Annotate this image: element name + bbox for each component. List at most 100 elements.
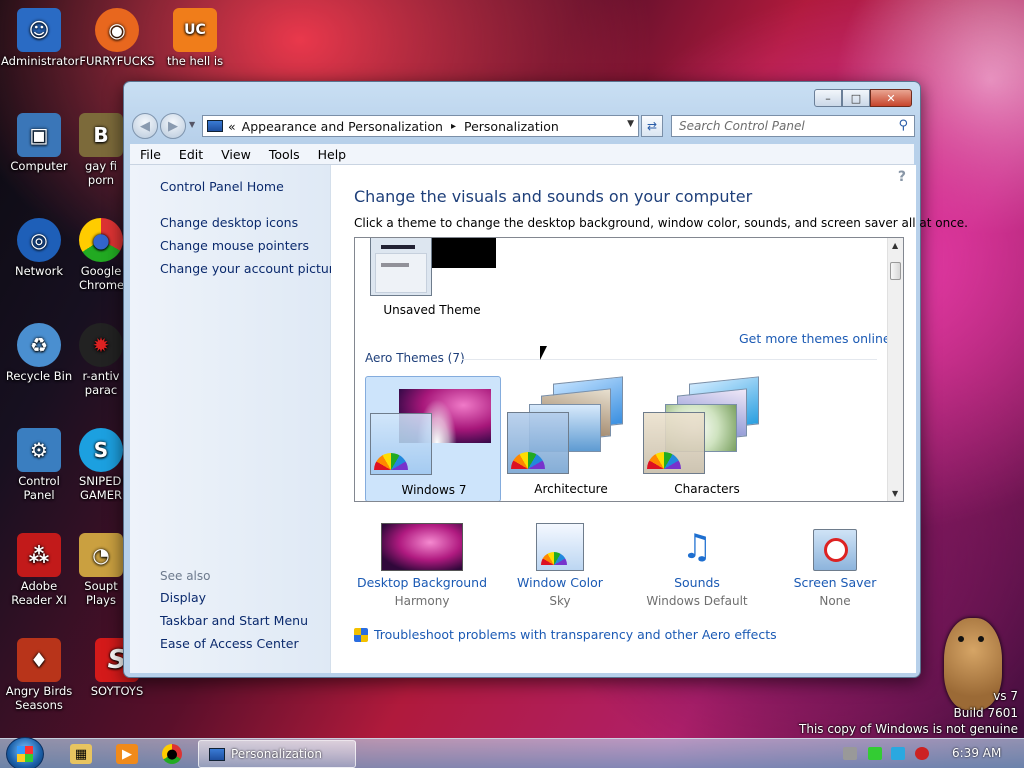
explorer-taskbar-button[interactable]: ▦ — [70, 744, 92, 764]
tray-antivirus-icon[interactable] — [915, 747, 929, 760]
aero-themes-group-label: Aero Themes (7) — [365, 351, 465, 365]
taskbar-start-menu-link[interactable]: Taskbar and Start Menu — [160, 613, 308, 628]
forward-button[interactable]: ▶ — [160, 113, 186, 139]
desktop-background-value: Harmony — [394, 594, 450, 608]
minimize-button[interactable]: – — [814, 89, 842, 107]
theme-characters[interactable]: Characters — [639, 376, 775, 501]
window-color-label[interactable]: Window Color — [490, 575, 630, 590]
computer-icon: ▣ — [17, 113, 61, 157]
theme-list[interactable]: Unsaved Theme Get more themes online Aer… — [354, 237, 904, 502]
personalization-window[interactable]: – □ ✕ ◀ ▶ ▼ « Appearance and Personaliza… — [123, 81, 968, 678]
address-bar[interactable]: « Appearance and Personalization ▸ Perso… — [202, 115, 639, 137]
back-button[interactable]: ◀ — [132, 113, 158, 139]
desktop-icon-recycle-bin[interactable]: ♻ Recycle Bin — [1, 323, 77, 383]
scroll-up-icon[interactable]: ▲ — [892, 241, 898, 250]
personalization-task-button[interactable]: Personalization — [198, 740, 356, 768]
hamster-eye-icon — [978, 636, 984, 642]
angry-birds-icon: ♦ — [17, 638, 61, 682]
start-button[interactable] — [6, 737, 44, 768]
desktop-icon-network[interactable]: ◎ Network — [1, 218, 77, 278]
desktop-icon-label: Control Panel — [18, 474, 60, 502]
recent-pages-dropdown[interactable]: ▼ — [189, 120, 195, 129]
get-more-themes-link[interactable]: Get more themes online — [739, 331, 891, 346]
screen-saver-label[interactable]: Screen Saver — [765, 575, 905, 590]
task-label: Personalization — [231, 747, 322, 761]
troubleshoot-link[interactable]: Troubleshoot problems with transparency … — [354, 627, 777, 642]
watermark-line2: Build 7601 — [953, 706, 1018, 720]
theme-architecture[interactable]: Architecture — [503, 376, 639, 501]
desktop-icon-adobe-reader[interactable]: ⁂ Adobe Reader XI — [1, 533, 77, 607]
tray-network-icon[interactable] — [868, 747, 882, 760]
unsaved-theme-label[interactable]: Unsaved Theme — [367, 303, 497, 317]
search-input[interactable]: Search Control Panel ⚲ — [671, 115, 915, 137]
desktop-icon-chrome[interactable]: ● Google Chrome — [79, 218, 123, 292]
change-account-picture-link[interactable]: Change your account picture — [160, 261, 341, 276]
ease-of-access-link[interactable]: Ease of Access Center — [160, 636, 299, 651]
help-icon[interactable]: ? — [898, 169, 906, 185]
menu-file[interactable]: File — [130, 147, 169, 162]
sounds-label[interactable]: Sounds — [627, 575, 767, 590]
hamster-eye-icon — [958, 636, 964, 642]
breadcrumb-arrow-icon[interactable]: ▸ — [451, 121, 456, 132]
theme-windows-7[interactable]: Windows 7 — [365, 376, 501, 501]
control-panel-home-link[interactable]: Control Panel Home — [160, 179, 284, 194]
desktop-icon-label: Angry Birds Seasons — [5, 684, 73, 712]
screen-saver-option[interactable]: Screen Saver None — [765, 521, 905, 608]
desktop-background-label[interactable]: Desktop Background — [352, 575, 492, 590]
desktop-icon-computer[interactable]: ▣ Computer — [1, 113, 77, 173]
antivirus-icon: ✹ — [79, 323, 123, 367]
address-dropdown-icon[interactable]: ▼ — [627, 119, 634, 129]
menu-tools[interactable]: Tools — [259, 147, 308, 162]
theme-windows-7-label: Windows 7 — [401, 483, 467, 497]
color-fan-icon — [541, 552, 567, 565]
menu-view[interactable]: View — [211, 147, 259, 162]
breadcrumb-personalization[interactable]: Personalization — [464, 119, 559, 134]
change-mouse-pointers-link[interactable]: Change mouse pointers — [160, 238, 309, 253]
theme-list-scrollbar[interactable]: ▲ ▼ — [887, 238, 903, 501]
close-button[interactable]: ✕ — [870, 89, 912, 107]
windows-logo-icon — [17, 746, 33, 762]
desktop-icon-administrator[interactable]: ☺ Administrator — [1, 8, 79, 68]
desktop-icon-control-panel[interactable]: ⚙ Control Panel — [1, 428, 77, 502]
search-icon[interactable]: ⚲ — [898, 118, 908, 133]
desktop-icon-soup[interactable]: ◔ Soupt Plays — [79, 533, 123, 607]
sounds-option[interactable]: ♫ Sounds Windows Default — [627, 521, 767, 608]
menu-help[interactable]: Help — [308, 147, 355, 162]
desktop-icon-label: gay fi porn — [84, 159, 118, 187]
desktop-icon-label: Network — [14, 264, 64, 278]
menu-edit[interactable]: Edit — [169, 147, 211, 162]
desktop-icon-label: FURRYFUCKS — [79, 54, 155, 68]
maximize-button[interactable]: □ — [842, 89, 870, 107]
screen-saver-icon — [813, 529, 857, 571]
desktop-icon-antivirus[interactable]: ✹ r-antiv parac — [79, 323, 123, 397]
desktop-icon-uc[interactable]: UC the hell is with — [157, 8, 233, 68]
desktop-background-option[interactable]: Desktop Background Harmony — [352, 521, 492, 608]
desktop-icon-angry-birds[interactable]: ♦ Angry Birds Seasons — [1, 638, 77, 712]
no-entry-icon — [824, 538, 848, 562]
desktop-icon-label: Google Chrome — [79, 264, 123, 292]
desktop-icon-game[interactable]: Bgay fi porn — [79, 113, 123, 187]
tray-app-icon[interactable] — [843, 747, 857, 760]
refresh-button[interactable]: ⇄ — [641, 115, 663, 137]
window-color-option[interactable]: Window Color Sky — [490, 521, 630, 608]
scroll-thumb[interactable] — [890, 262, 901, 280]
desktop-icon-furryfucks[interactable]: ◉ FURRYFUCKS — [79, 8, 155, 68]
chrome-taskbar-button[interactable]: ● — [162, 744, 182, 764]
media-player-taskbar-button[interactable]: ▶ — [116, 744, 138, 764]
breadcrumb-appearance[interactable]: Appearance and Personalization — [242, 119, 443, 134]
clock[interactable]: 6:39 AM — [952, 746, 1001, 760]
unsaved-theme-thumbnail[interactable] — [370, 238, 496, 296]
troubleshoot-label[interactable]: Troubleshoot problems with transparency … — [374, 627, 777, 642]
desktop-icon-skype[interactable]: S SNIPED! GAMER — [79, 428, 123, 502]
change-desktop-icons-link[interactable]: Change desktop icons — [160, 215, 298, 230]
refresh-icon: ⇄ — [646, 119, 658, 133]
theme-architecture-label: Architecture — [534, 482, 608, 496]
sidebar: Control Panel Home Change desktop icons … — [130, 165, 341, 673]
recycle-bin-icon: ♻ — [17, 323, 61, 367]
scroll-down-icon[interactable]: ▼ — [892, 489, 898, 498]
tray-action-center-icon[interactable] — [891, 747, 905, 760]
watermark-line3: This copy of Windows is not genuine — [799, 722, 1018, 736]
arrow-right-icon: ▶ — [168, 118, 178, 134]
display-link[interactable]: Display — [160, 590, 206, 605]
desktop-background-icon — [381, 523, 463, 571]
